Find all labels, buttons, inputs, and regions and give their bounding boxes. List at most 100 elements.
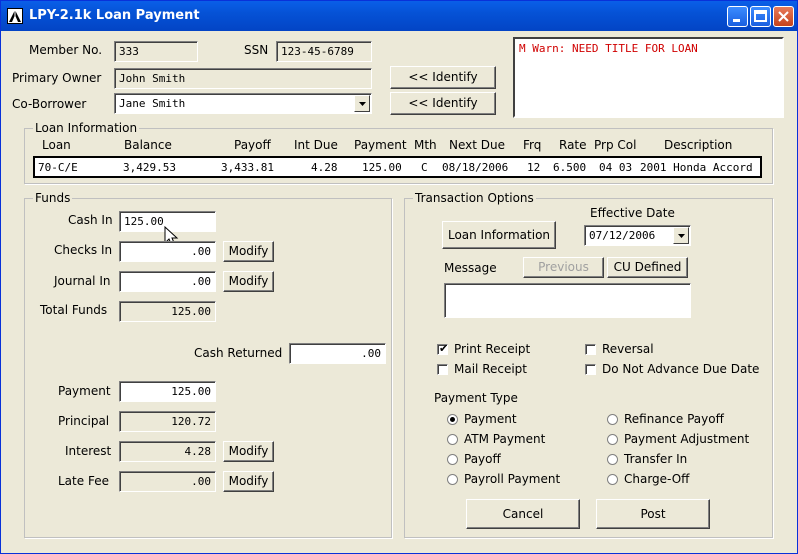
loan-information-title: Loan Information: [33, 121, 140, 135]
principal-field: 120.72: [119, 411, 216, 432]
journal-in-label: Journal In: [54, 274, 111, 288]
title-bar[interactable]: LPY-2.1k Loan Payment: [1, 1, 797, 31]
radio-refinance-payoff[interactable]: [607, 414, 618, 425]
minimize-icon: [733, 19, 740, 22]
window-title: LPY-2.1k Loan Payment: [29, 8, 200, 23]
app-icon: [7, 8, 23, 24]
principal-label: Principal: [58, 414, 110, 428]
interest-field: 4.28: [119, 441, 216, 462]
modify-late-fee-button[interactable]: Modify: [223, 471, 274, 492]
radio-charge-off-label[interactable]: Charge-Off: [624, 472, 689, 486]
mail-receipt-checkbox[interactable]: [437, 364, 448, 375]
modify-interest-button[interactable]: Modify: [223, 441, 274, 462]
cancel-button[interactable]: Cancel: [466, 499, 580, 529]
col-header-rate: Rate: [559, 138, 587, 152]
transaction-options-title: Transaction Options: [413, 191, 536, 205]
modify-checks-button[interactable]: Modify: [223, 241, 274, 262]
close-icon: [778, 11, 789, 22]
ssn-field[interactable]: 123-45-6789: [276, 41, 372, 62]
modify-journal-button[interactable]: Modify: [223, 271, 274, 292]
do-not-advance-label[interactable]: Do Not Advance Due Date: [602, 362, 759, 376]
radio-charge-off[interactable]: [607, 474, 618, 485]
loan-table-row[interactable]: 70-C/E 3,429.53 3,433.81 4.28 125.00 C 0…: [33, 156, 762, 178]
radio-payment-adjustment[interactable]: [607, 434, 618, 445]
radio-atm-payment[interactable]: [447, 434, 458, 445]
print-receipt-label[interactable]: Print Receipt: [454, 342, 530, 356]
reversal-label[interactable]: Reversal: [602, 342, 654, 356]
warning-message-box: M Warn: NEED TITLE FOR LOAN: [513, 37, 784, 118]
post-button-label: Post: [640, 507, 666, 521]
effective-date-label: Effective Date: [590, 206, 675, 220]
checkmark-icon: ✔: [439, 342, 449, 355]
col-header-loan: Loan: [42, 138, 71, 152]
checks-in-label: Checks In: [54, 243, 113, 257]
payment-input[interactable]: 125.00: [119, 381, 216, 402]
loan-information-button[interactable]: Loan Information: [442, 221, 556, 249]
col-header-next-due: Next Due: [449, 138, 505, 152]
identify-primary-button[interactable]: << Identify: [390, 66, 496, 89]
radio-refinance-payoff-label[interactable]: Refinance Payoff: [624, 412, 724, 426]
col-header-mth: Mth: [414, 138, 437, 152]
payoff-cell: 3,433.81: [221, 161, 274, 174]
co-borrower-value: Jane Smith: [119, 97, 186, 110]
col-header-payment: Payment: [354, 138, 407, 152]
frq-cell: 12: [527, 161, 541, 174]
interest-label: Interest: [65, 444, 112, 458]
radio-payroll-payment[interactable]: [447, 474, 458, 485]
mail-receipt-label[interactable]: Mail Receipt: [454, 362, 527, 376]
loan-payment-window: LPY-2.1k Loan Payment Member No. 333 SSN…: [0, 0, 798, 554]
radio-payment-label[interactable]: Payment: [464, 412, 517, 426]
do-not-advance-checkbox[interactable]: [585, 364, 596, 375]
rate-cell: 6.500: [553, 161, 587, 174]
previous-button[interactable]: Previous: [523, 257, 604, 278]
col-header-balance: Balance: [124, 138, 172, 152]
radio-payroll-payment-label[interactable]: Payroll Payment: [464, 472, 560, 486]
print-receipt-checkbox[interactable]: ✔: [437, 342, 449, 355]
primary-owner-label: Primary Owner: [12, 71, 102, 85]
balance-cell: 3,429.53: [123, 161, 176, 174]
late-fee-label: Late Fee: [58, 474, 109, 488]
radio-payoff[interactable]: [447, 454, 458, 465]
prp-col-cell: 04 03: [599, 161, 633, 174]
co-borrower-select[interactable]: Jane Smith: [114, 93, 372, 114]
col-header-description: Description: [664, 138, 733, 152]
reversal-checkbox[interactable]: [585, 344, 596, 355]
radio-transfer-in[interactable]: [607, 454, 618, 465]
late-fee-field: .00: [119, 471, 216, 492]
co-borrower-label: Co-Borrower: [12, 97, 87, 111]
close-button[interactable]: [773, 6, 794, 27]
payment-cell: 125.00: [362, 161, 402, 174]
journal-in-input[interactable]: .00: [119, 271, 216, 292]
col-header-prp-col: Prp Col: [594, 138, 637, 152]
total-funds-field: 125.00: [119, 301, 216, 322]
maximize-icon: [754, 10, 767, 22]
radio-payment-adjustment-label[interactable]: Payment Adjustment: [624, 432, 749, 446]
effective-date-select[interactable]: 07/12/2006: [584, 225, 691, 246]
cu-defined-button[interactable]: CU Defined: [607, 257, 688, 278]
chevron-down-icon[interactable]: [354, 95, 370, 112]
cash-returned-label: Cash Returned: [194, 346, 283, 360]
post-button[interactable]: Post: [596, 499, 710, 529]
payment-type-label: Payment Type: [434, 391, 518, 405]
col-header-int-due: Int Due: [294, 138, 338, 152]
identify-co-borrower-button[interactable]: << Identify: [390, 92, 496, 115]
minimize-button[interactable]: [727, 6, 748, 27]
loan-information-button-label: Loan Information: [447, 228, 551, 242]
chevron-down-icon[interactable]: [673, 227, 689, 244]
payment-label: Payment: [58, 384, 111, 398]
member-no-field[interactable]: 333: [114, 41, 198, 62]
primary-owner-field[interactable]: John Smith: [114, 68, 372, 89]
message-input[interactable]: [444, 283, 691, 318]
radio-payoff-label[interactable]: Payoff: [464, 452, 501, 466]
ssn-label: SSN: [244, 43, 269, 57]
funds-title: Funds: [33, 191, 73, 205]
radio-payment[interactable]: [447, 414, 458, 425]
radio-atm-payment-label[interactable]: ATM Payment: [464, 432, 545, 446]
cancel-button-label: Cancel: [502, 507, 544, 521]
mth-cell: C: [421, 161, 428, 174]
maximize-button[interactable]: [750, 6, 771, 27]
radio-transfer-in-label[interactable]: Transfer In: [624, 452, 687, 466]
member-no-label: Member No.: [29, 43, 103, 57]
checks-in-input[interactable]: .00: [119, 241, 216, 262]
cash-returned-input[interactable]: .00: [289, 343, 386, 364]
